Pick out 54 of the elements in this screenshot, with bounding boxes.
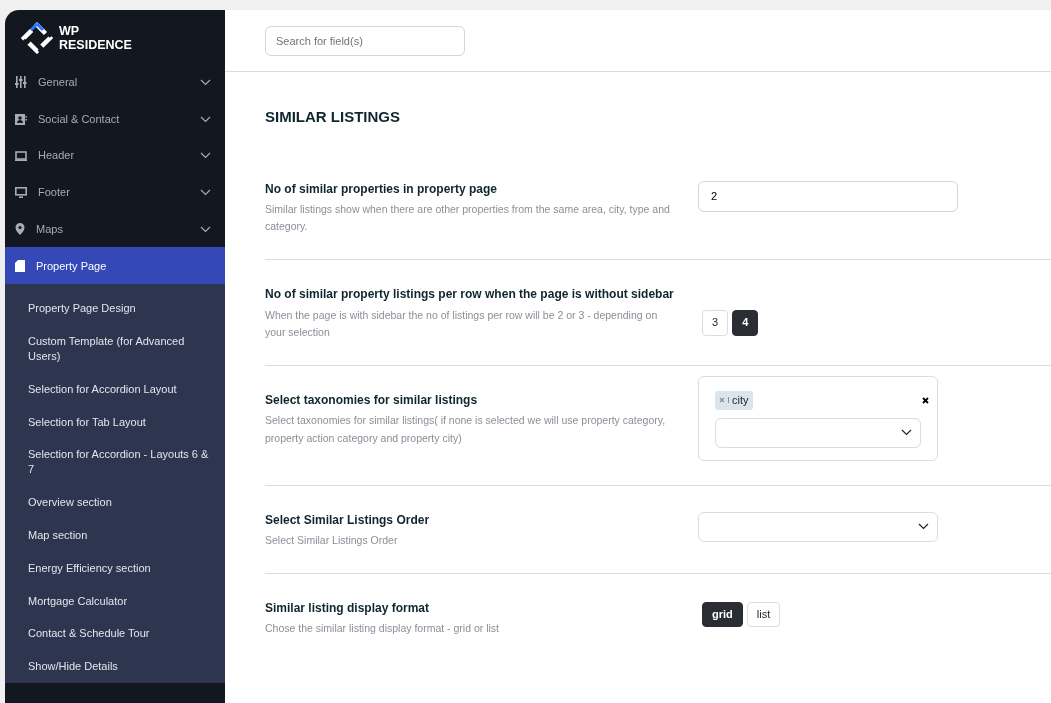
setting-title: Select taxonomies for similar listings: [265, 392, 479, 409]
setting-title: No of similar properties in property page: [265, 180, 499, 197]
sliders-icon: [15, 76, 27, 89]
number-field[interactable]: 2: [698, 180, 958, 212]
submenu-item[interactable]: Mortgage Calculator: [5, 584, 225, 618]
select-dropdown[interactable]: [698, 511, 938, 542]
sidebar-item[interactable]: General: [5, 64, 225, 101]
contact-icon: [15, 113, 27, 125]
setting-title: Similar listing display format: [265, 600, 431, 617]
option-toggle[interactable]: grid: [702, 602, 743, 628]
clear-icon[interactable]: [922, 396, 929, 404]
option-toggle[interactable]: 4: [732, 310, 759, 336]
setting-description: When the page is with sidebar the no of listings per row will be 2 or 3 - depending on your selection: [265, 307, 659, 340]
chevron-down-icon: [200, 152, 211, 160]
remove-icon[interactable]: [719, 397, 729, 404]
laptop-icon: [15, 150, 27, 161]
setting-title: No of similar property listings per row when the page is without sidebar: [265, 286, 675, 303]
option-toggle[interactable]: list: [746, 602, 781, 628]
setting-title: Select Similar Listings Order: [265, 511, 431, 528]
sidebar-item[interactable]: Header: [5, 137, 225, 175]
section-title: SIMILAR LISTINGS: [265, 107, 401, 127]
sidebar-item[interactable]: Maps: [5, 210, 225, 248]
search-field[interactable]: Search for field(s): [265, 25, 465, 56]
map-pin-icon: [15, 223, 25, 236]
submenu-item[interactable]: Property Page Design: [5, 292, 225, 325]
sidebar-item[interactable]: Property Page: [5, 247, 225, 285]
sidebar-item[interactable]: Social & Contact: [5, 100, 225, 138]
submenu-item[interactable]: Custom Template (for Advanced Users): [5, 324, 225, 373]
setting-description: Chose the similar listing display format - grid or list: [265, 621, 500, 637]
brand-name: WP RESIDENCE: [59, 23, 132, 53]
option-toggle[interactable]: 3: [702, 310, 729, 336]
select-dropdown[interactable]: [715, 417, 921, 448]
submenu-item[interactable]: Selection for Tab Layout: [5, 405, 225, 439]
setting-description: Similar listings show when there are other properties from the same area, city, type and category.: [265, 201, 671, 234]
chevron-down-icon: [901, 429, 912, 437]
chevron-down-icon: [918, 523, 929, 531]
chevron-down-icon: [200, 225, 211, 233]
logo-icon: [21, 22, 53, 54]
submenu-item[interactable]: Show/Hide Details: [5, 650, 225, 684]
submenu-item[interactable]: Selection for Accordion - Layouts 6 & 7: [5, 438, 225, 487]
submenu-item[interactable]: Energy Efficiency section: [5, 551, 225, 585]
chevron-down-icon: [200, 115, 211, 123]
submenu-item[interactable]: Selection for Accordion Layout: [5, 372, 225, 406]
setting-description: Select Similar Listings Order: [265, 532, 399, 548]
chevron-down-icon: [200, 78, 211, 86]
submenu-item[interactable]: Overview section: [5, 486, 225, 519]
monitor-icon: [15, 186, 27, 198]
sidebar-item[interactable]: Footer: [5, 174, 225, 211]
submenu-item[interactable]: Map section: [5, 518, 225, 552]
chevron-down-icon: [200, 188, 211, 196]
submenu-item[interactable]: Contact & Schedule Tour: [5, 617, 225, 651]
setting-description: Select taxonomies for similar listings( if none is selected we will use property category, property action category and property city): [265, 413, 667, 446]
tag-chip[interactable]: city: [715, 391, 753, 410]
document-icon: [15, 259, 25, 272]
